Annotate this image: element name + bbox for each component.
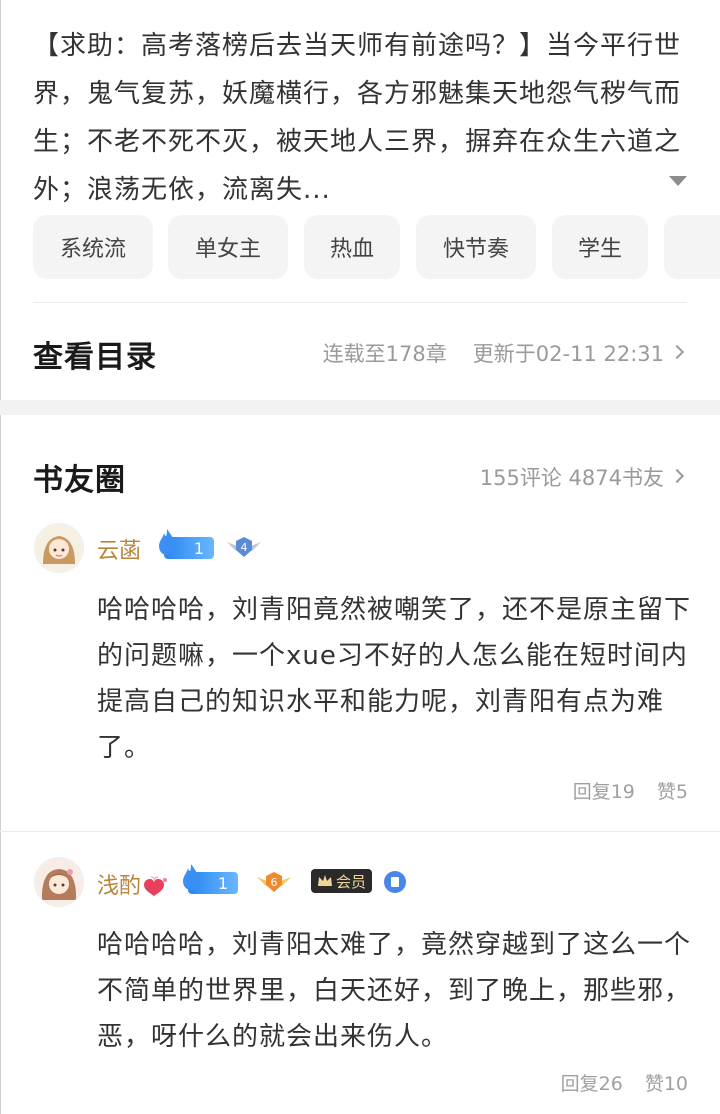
like-count[interactable]: 赞5: [657, 777, 688, 804]
vip-label: 会员: [336, 872, 367, 891]
wing-level-badge: 4: [225, 534, 263, 560]
wing-badge-icon: 4: [227, 537, 261, 557]
expand-arrow-icon[interactable]: [669, 176, 687, 186]
username: 浅酌: [97, 874, 142, 899]
fan-level-badge: 1: [183, 864, 238, 894]
reply-count[interactable]: 回复26: [561, 1069, 623, 1096]
fan-level-value: 1: [217, 873, 228, 893]
book-badge-icon: [384, 871, 406, 893]
heart-icon: [144, 876, 168, 896]
tag-chip[interactable]: 单女主: [168, 215, 288, 279]
flame-icon: [159, 529, 175, 555]
avatar-image: [35, 524, 83, 572]
comment-text[interactable]: 哈哈哈哈，刘青阳太难了，竟然穿越到了这么一个不简单的世界里，白天还好，到了晚上，…: [97, 922, 697, 1060]
avatar[interactable]: [34, 523, 84, 573]
wing-level-value: 4: [241, 541, 248, 554]
book-description[interactable]: 【求助：高考落榜后去当天师有前途吗？】当今平行世界，鬼气复苏，妖魔横行，各方邪魅…: [33, 22, 683, 214]
username[interactable]: 云菡: [97, 533, 141, 565]
tag-chip-overflow[interactable]: [664, 215, 720, 279]
chevron-right-icon: [669, 344, 685, 360]
comment-stats: 回复26 赞10: [561, 1069, 688, 1096]
catalog-title[interactable]: 查看目录: [33, 332, 157, 376]
tag-list: 系统流 单女主 热血 快节奏 学生: [33, 215, 720, 281]
chevron-right-icon: [669, 468, 685, 484]
comment-divider: [0, 831, 720, 832]
tag-chip[interactable]: 快节奏: [416, 215, 536, 279]
document-icon: [391, 877, 399, 887]
tag-chip[interactable]: 系统流: [33, 215, 153, 279]
catalog-meta[interactable]: 连载至178章 更新于02-11 22:31: [322, 338, 685, 368]
comment-text[interactable]: 哈哈哈哈，刘青阳竟然被嘲笑了，还不是原主留下的问题嘛，一个xue习不好的人怎么能…: [97, 587, 697, 771]
username-wrap[interactable]: 浅酌: [97, 868, 169, 900]
crown-icon: [318, 875, 332, 886]
comment-stats: 回复19 赞5: [573, 777, 688, 804]
update-time-wrap: 更新于02-11 22:31: [472, 338, 685, 368]
fan-level-value: 1: [193, 538, 204, 558]
flame-icon: [183, 864, 199, 890]
serial-status: 连载至178章: [322, 342, 447, 366]
wing-level-value: 6: [271, 876, 278, 889]
book-circle-title[interactable]: 书友圈: [33, 455, 126, 499]
tag-chip[interactable]: 学生: [552, 215, 648, 279]
fan-level-badge: 1: [159, 529, 214, 559]
vip-badge: 会员: [311, 869, 373, 893]
divider: [33, 302, 687, 303]
circle-stats: 155评论 4874书友: [479, 466, 664, 490]
avatar-image: [35, 858, 83, 906]
update-time: 更新于02-11 22:31: [472, 342, 664, 366]
wing-level-badge: 6: [255, 869, 293, 895]
avatar[interactable]: [34, 857, 84, 907]
wing-badge-icon: 6: [257, 872, 291, 892]
comment-item[interactable]: 浅酌 1 6 会员 哈哈哈哈，刘青阳太难了，竟然穿越到了这么一个不简单的世界里，…: [0, 850, 720, 1114]
book-circle-meta[interactable]: 155评论 4874书友: [479, 462, 685, 492]
comment-item[interactable]: 云菡 1 4 哈哈哈哈，刘青阳竟然被嘲笑了，还不是原主留下的问题嘛，一个xue习…: [0, 515, 720, 830]
reply-count[interactable]: 回复19: [573, 777, 635, 804]
tag-chip[interactable]: 热血: [304, 215, 400, 279]
section-separator: [0, 400, 720, 415]
like-count[interactable]: 赞10: [645, 1069, 688, 1096]
